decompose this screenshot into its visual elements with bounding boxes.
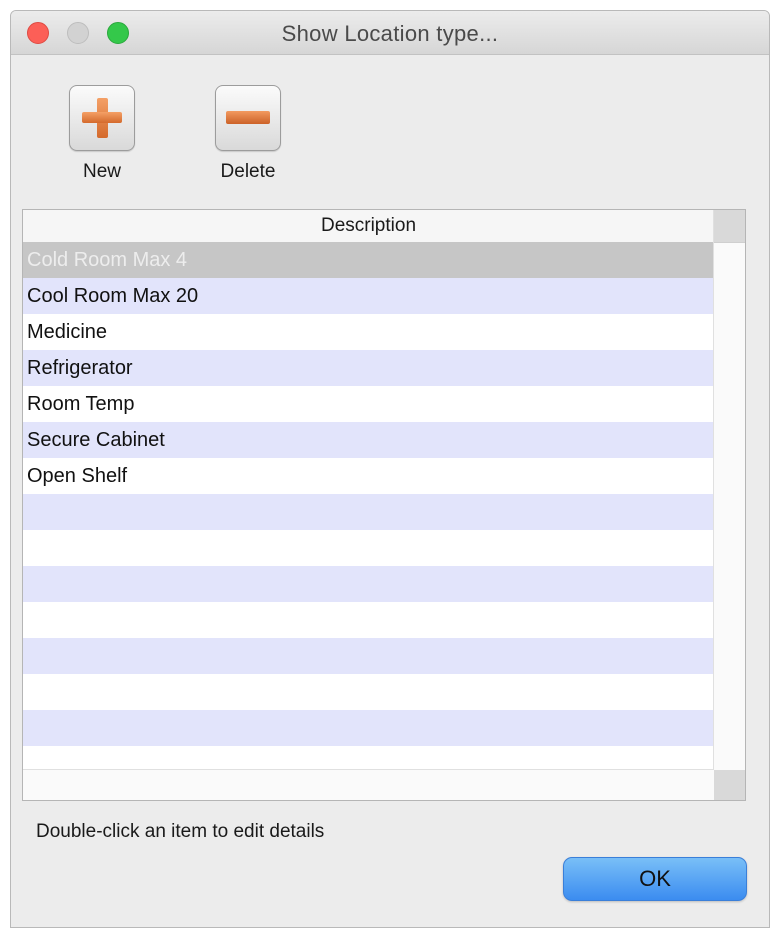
edit-hint-text: Double-click an item to edit details <box>36 821 325 842</box>
table-row[interactable] <box>23 494 714 530</box>
table-row[interactable] <box>23 566 714 602</box>
table-row[interactable] <box>23 674 714 710</box>
window-title: Show Location type... <box>281 21 499 46</box>
horizontal-scrollbar[interactable] <box>23 769 714 800</box>
location-type-table: Description Cold Room Max 4 Cool Room Max… <box>22 209 746 801</box>
table-row[interactable]: Open Shelf <box>23 458 714 494</box>
delete-button[interactable] <box>215 85 281 151</box>
new-button[interactable] <box>69 85 135 151</box>
title-bar: Show Location type... <box>11 11 769 55</box>
ok-button[interactable]: OK <box>563 857 747 901</box>
table-row[interactable]: Medicine <box>23 314 714 350</box>
table-row[interactable]: Cold Room Max 4 <box>23 242 714 278</box>
table-row[interactable]: Cool Room Max 20 <box>23 278 714 314</box>
description-column-header[interactable]: Description <box>23 210 714 243</box>
table-row[interactable] <box>23 530 714 566</box>
vertical-scrollbar[interactable] <box>713 210 745 770</box>
table-row[interactable] <box>23 710 714 746</box>
header-corner <box>714 210 745 243</box>
table-row[interactable]: Refrigerator <box>23 350 714 386</box>
location-type-window: Show Location type... New Delete Descrip… <box>10 10 770 928</box>
table-row[interactable]: Secure Cabinet <box>23 422 714 458</box>
scroll-corner <box>714 770 745 800</box>
table-row[interactable]: Room Temp <box>23 386 714 422</box>
table-row[interactable] <box>23 638 714 674</box>
new-button-label: New <box>82 161 121 182</box>
table-rows: Cold Room Max 4 Cool Room Max 20 Medicine R… <box>23 242 714 782</box>
table-row[interactable] <box>23 602 714 638</box>
delete-button-label: Delete <box>220 161 276 182</box>
